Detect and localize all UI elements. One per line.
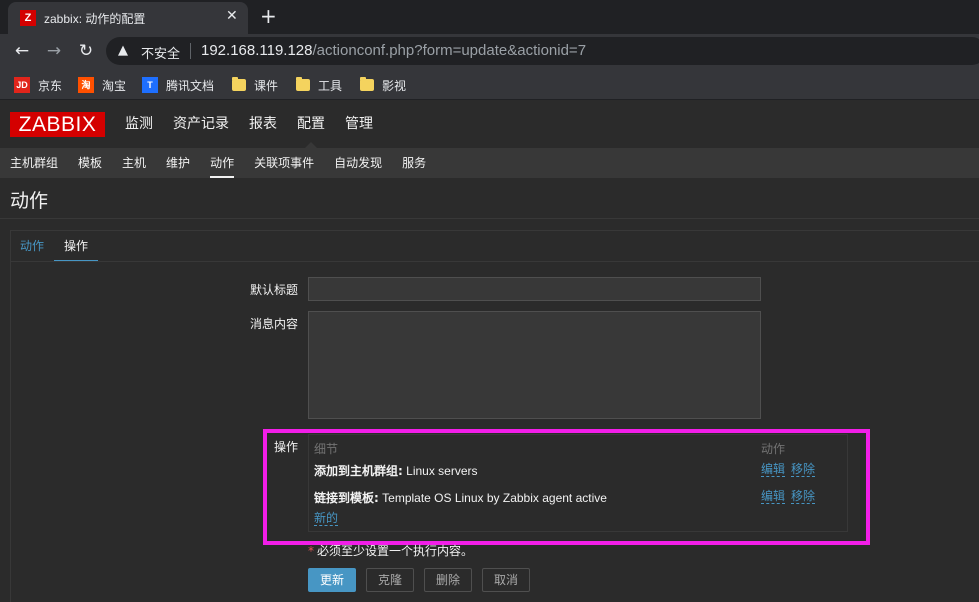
bookmark-label: 腾讯文档	[166, 78, 215, 93]
bookmark-label: 淘宝	[102, 78, 127, 93]
menu-administration[interactable]: 管理	[335, 100, 383, 148]
delete-button[interactable]: 删除	[424, 568, 472, 592]
highlight-box	[263, 429, 870, 545]
bookmark-folder-courseware[interactable]: 课件	[232, 76, 278, 94]
jd-icon: JD	[14, 77, 30, 93]
bookmark-label: 工具	[318, 78, 343, 93]
folder-icon	[360, 77, 374, 91]
submenu-services[interactable]: 服务	[392, 148, 436, 178]
bookmark-tencent-docs[interactable]: T 腾讯文档	[142, 76, 214, 94]
submenu-host-groups[interactable]: 主机群组	[0, 148, 68, 178]
back-arrow-icon[interactable]: ←	[11, 40, 33, 62]
divider	[0, 218, 979, 219]
required-note-text: 必须至少设置一个执行内容。	[317, 544, 474, 558]
submenu-maintenance[interactable]: 维护	[156, 148, 200, 178]
submenu-discovery[interactable]: 自动发现	[324, 148, 392, 178]
menu-inventory[interactable]: 资产记录	[163, 100, 239, 148]
forward-arrow-icon[interactable]: →	[43, 40, 65, 62]
bookmark-folder-video[interactable]: 影视	[360, 76, 406, 94]
warning-icon[interactable]: ▲	[118, 43, 128, 58]
url-host: 192.168.119.128	[201, 42, 313, 59]
form-tabs: 动作 操作	[10, 230, 99, 262]
browser-tab[interactable]: Z zabbix: 动作的配置 ✕	[8, 2, 248, 34]
bookmark-label: 影视	[382, 78, 407, 93]
required-asterisk: *	[308, 544, 314, 558]
url-text[interactable]: 192.168.119.128/actionconf.php?form=upda…	[201, 42, 586, 59]
tencent-docs-icon: T	[142, 77, 158, 93]
browser-toolbar: ← → ↻ ▲ 不安全 192.168.119.128/actionconf.p…	[0, 34, 979, 68]
submenu-templates[interactable]: 模板	[68, 148, 112, 178]
required-note: * 必须至少设置一个执行内容。	[308, 542, 473, 559]
page-title: 动作	[10, 190, 49, 212]
submenu-hosts[interactable]: 主机	[112, 148, 156, 178]
submenu-actions[interactable]: 动作	[200, 148, 244, 178]
zabbix-header: ZABBIX 监测 资产记录 报表 配置 管理	[0, 100, 979, 148]
close-tab-icon[interactable]: ✕	[226, 8, 238, 24]
bookmark-jd[interactable]: JD 京东	[14, 76, 62, 94]
default-subject-label: 默认标题	[249, 283, 298, 297]
folder-icon	[296, 77, 310, 91]
browser-tab-bar: Z zabbix: 动作的配置 ✕ +	[0, 0, 979, 34]
default-subject-input[interactable]	[308, 277, 761, 301]
divider	[10, 261, 979, 262]
menu-reports[interactable]: 报表	[239, 100, 287, 148]
folder-icon	[232, 77, 246, 91]
bookmark-label: 京东	[38, 78, 63, 93]
main-menu: 监测 资产记录 报表 配置 管理	[115, 100, 383, 148]
tab-operations[interactable]: 操作	[54, 230, 99, 262]
bookmark-label: 课件	[254, 78, 279, 93]
bookmarks-bar: JD 京东 淘 淘宝 T 腾讯文档 课件 工具 影视	[0, 68, 979, 100]
address-bar[interactable]: ▲ 不安全 192.168.119.128/actionconf.php?for…	[106, 37, 979, 65]
new-tab-icon[interactable]: +	[260, 4, 277, 28]
bookmark-taobao[interactable]: 淘 淘宝	[78, 76, 126, 94]
menu-configuration[interactable]: 配置	[287, 100, 335, 148]
submenu-event-correlation[interactable]: 关联项事件	[244, 148, 324, 178]
reload-icon[interactable]: ↻	[75, 40, 97, 62]
zabbix-logo[interactable]: ZABBIX	[10, 112, 105, 137]
sub-menu: 主机群组 模板 主机 维护 动作 关联项事件 自动发现 服务	[0, 148, 979, 178]
bookmark-folder-tools[interactable]: 工具	[296, 76, 342, 94]
tab-title: zabbix: 动作的配置	[44, 12, 146, 26]
message-textarea[interactable]	[308, 311, 761, 419]
menu-monitoring[interactable]: 监测	[115, 100, 163, 148]
insecure-label[interactable]: 不安全	[141, 43, 180, 62]
message-label: 消息内容	[249, 317, 298, 331]
url-path: /actionconf.php?form=update&actionid=7	[312, 42, 587, 59]
divider	[190, 43, 191, 59]
clone-button[interactable]: 克隆	[366, 568, 414, 592]
cancel-button[interactable]: 取消	[482, 568, 530, 592]
taobao-icon: 淘	[78, 77, 94, 93]
update-button[interactable]: 更新	[308, 568, 356, 592]
zabbix-favicon-icon: Z	[20, 10, 36, 26]
tab-action[interactable]: 动作	[10, 230, 54, 262]
